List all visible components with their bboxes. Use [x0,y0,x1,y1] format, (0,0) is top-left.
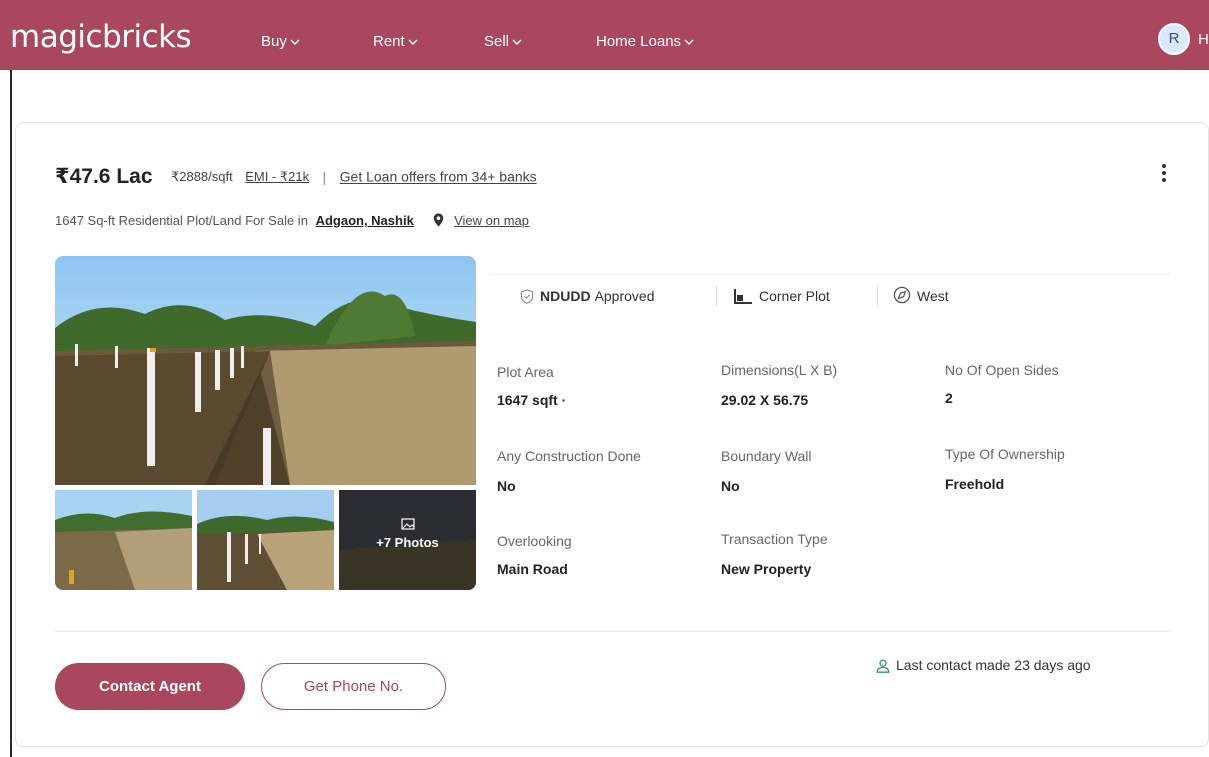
chevron-down-icon [290,39,300,46]
footer-divider [55,631,1170,632]
badges-divider [490,274,1170,275]
nav-rent-label: Rent [373,33,405,50]
open-sides-label: No Of Open Sides [945,362,1059,378]
main-property-photo[interactable] [55,256,476,485]
chevron-down-icon [408,39,418,46]
overlooking-value: Main Road [497,561,568,577]
price: ₹47.6 Lac [55,165,153,188]
nav-rent[interactable]: Rent [373,34,418,49]
nav-sell[interactable]: Sell [484,34,522,49]
view-on-map-link[interactable]: View on map [454,213,529,228]
corner-plot-badge: Corner Plot [733,285,830,307]
last-contact-info: Last contact made 23 days ago [876,657,1091,673]
listing-description: 1647 Sq-ft Residential Plot/Land For Sal… [55,213,308,228]
magicbricks-logo[interactable]: magicbricks [10,22,192,53]
user-icon [876,659,890,673]
photo-thumbnail[interactable] [55,490,192,590]
chevron-down-icon [512,39,522,46]
approval-status: Approved [594,288,655,304]
plot-area-value[interactable]: 1647 sqft · [497,392,566,408]
dimensions-value: 29.02 X 56.75 [721,392,809,408]
window-left-edge [10,70,12,757]
listing-subtitle: 1647 Sq-ft Residential Plot/Land For Sal… [55,213,529,228]
nav-buy-label: Buy [261,33,287,50]
more-photos-tile[interactable]: +7 Photos [339,490,476,590]
transaction-type-label: Transaction Type [721,531,828,547]
corner-plot-icon [734,289,752,304]
approval-authority: NDUDD [540,288,591,304]
dimensions-label: Dimensions(L X B) [721,362,838,378]
facing-badge: West [893,285,949,307]
gallery-icon [400,518,415,530]
thumbnail-image [55,490,192,590]
nav-home-loans-label: Home Loans [596,33,682,50]
more-options-icon[interactable] [1158,164,1170,184]
price-per-sqft: ₹2888/sqft [170,168,233,184]
separator: | [322,168,327,185]
construction-label: Any Construction Done [497,448,641,464]
more-photos-label: +7 Photos [376,535,439,550]
user-avatar[interactable]: R [1158,23,1190,55]
get-phone-button[interactable]: Get Phone No. [261,663,446,710]
badge-separator [877,285,878,307]
boundary-wall-label: Boundary Wall [721,448,812,464]
price-row: ₹47.6 Lac ₹2888/sqft EMI - ₹21k | Get Lo… [55,164,537,188]
compass-icon [893,286,911,304]
facing-label: West [917,288,949,304]
boundary-wall-value: No [721,478,740,494]
nav-home-loans[interactable]: Home Loans [596,34,694,49]
open-sides-value: 2 [945,390,953,406]
nav-sell-label: Sell [484,33,510,50]
construction-value: No [497,478,516,494]
loan-offers-link[interactable]: Get Loan offers from 34+ banks [340,169,537,185]
transaction-type-value: New Property [721,561,812,577]
ownership-value: Freehold [945,476,1005,492]
emi-link[interactable]: EMI - ₹21k [245,169,309,184]
contact-agent-button[interactable]: Contact Agent [55,663,245,710]
ownership-label: Type Of Ownership [945,446,1065,462]
overlooking-label: Overlooking [497,533,572,549]
more-photos-overlay: +7 Photos [339,490,476,590]
plot-area-label: Plot Area [497,364,554,380]
user-name-truncated[interactable]: H [1198,32,1209,47]
approval-badge: NDUDD Approved [520,285,655,307]
nav-buy[interactable]: Buy [261,34,300,49]
map-pin-icon [434,213,444,227]
plot-photo-image [55,256,476,485]
thumbnail-image [197,490,334,590]
last-contact-text: Last contact made 23 days ago [896,657,1091,673]
corner-plot-label: Corner Plot [759,288,830,304]
locality-link[interactable]: Adgaon, Nashik [316,213,414,228]
top-navigation-bar: magicbricks Buy Rent Sell Home Loans R H [0,0,1209,70]
shield-check-icon [520,289,534,304]
photo-thumbnail[interactable] [197,490,334,590]
badge-separator [716,285,717,307]
chevron-down-icon [684,39,694,46]
